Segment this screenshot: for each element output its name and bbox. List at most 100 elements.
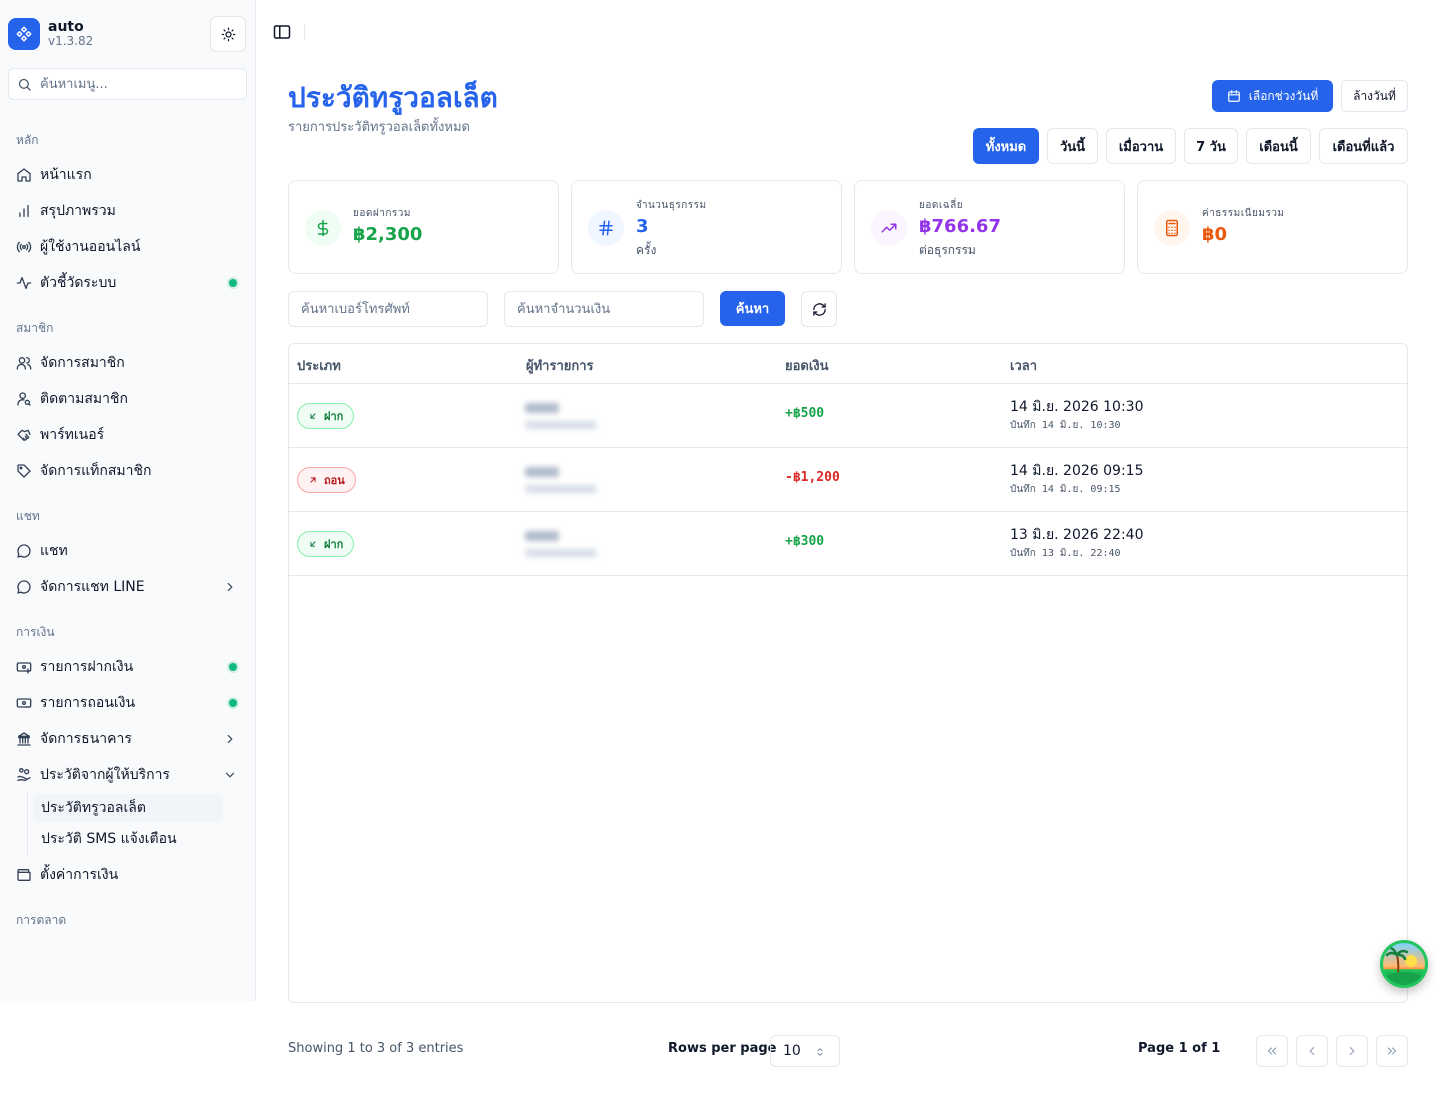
- tag-icon: [17, 464, 31, 478]
- palm-tree-icon: [1385, 946, 1422, 982]
- sub-truewallet-history[interactable]: ประวัติทรูวอลเล็ต: [33, 794, 223, 822]
- stat-label: ค่าธรรมเนียมรวม: [1202, 208, 1285, 219]
- time-cell: 14 มิ.ย. 2026 10:30: [1010, 399, 1144, 415]
- nav-deposits-label: รายการฝากเงิน: [40, 659, 134, 675]
- group-label-members: สมาชิก: [16, 321, 54, 335]
- sidebar-toggle-button[interactable]: [271, 22, 293, 42]
- menu-search[interactable]: [8, 68, 247, 100]
- pick-date-range-button[interactable]: เลือกช่วงวันที่: [1212, 80, 1333, 112]
- pick-date-range-label: เลือกช่วงวันที่: [1248, 88, 1319, 103]
- nav-provider-history[interactable]: ประวัติจากผู้ให้บริการ: [8, 759, 247, 791]
- table-row[interactable]: ถอน -฿1,200 14 มิ.ย. 2026 09:15 บันทึก 1…: [289, 448, 1407, 512]
- stat-value: ฿766.67: [919, 216, 1001, 237]
- nav-chat-label: แชท: [40, 543, 68, 559]
- arrow-up-right-icon: [310, 477, 316, 483]
- sidebar: auto v1.3.82 หลัก หน้าแรก สรุปภาพรวม ผู้…: [0, 0, 256, 1001]
- status-dot: [229, 699, 237, 707]
- amount-cell: +฿300: [785, 534, 825, 549]
- stat-label: ยอดฝากรวม: [353, 208, 411, 219]
- nav-manage-members-label: จัดการสมาชิก: [40, 355, 125, 371]
- nav-chat[interactable]: แชท: [8, 535, 247, 567]
- chevron-right-icon: [1349, 1046, 1355, 1056]
- search-button[interactable]: ค้นหา: [720, 291, 785, 326]
- chevron-right-icon: [227, 734, 233, 744]
- nav-system-metrics-label: ตัวชี้วัดระบบ: [40, 275, 117, 291]
- previous-page-button[interactable]: [1296, 1035, 1328, 1067]
- nav-follow-members-label: ติดตามสมาชิก: [40, 391, 128, 407]
- stat-sub: ต่อธุรกรรม: [919, 243, 976, 257]
- column-header-actor: ผู้ทำรายการ: [526, 359, 594, 374]
- type-badge-withdraw: ถอน: [297, 467, 356, 493]
- brand: auto v1.3.82: [8, 16, 246, 52]
- refresh-button[interactable]: [801, 291, 837, 327]
- stat-value: ฿0: [1202, 224, 1228, 245]
- bank-icon: [17, 732, 31, 746]
- chevrons-left-icon: [1267, 1047, 1277, 1055]
- type-label: ฝาก: [324, 410, 344, 423]
- submenu-rail: [27, 793, 28, 857]
- nav-banks[interactable]: จัดการธนาคาร: [8, 723, 247, 755]
- table-row[interactable]: ฝาก +฿500 14 มิ.ย. 2026 10:30 บันทึก 14 …: [289, 384, 1407, 448]
- nav-banks-label: จัดการธนาคาร: [40, 731, 132, 747]
- menu-search-input[interactable]: [40, 76, 230, 92]
- time-cell: 14 มิ.ย. 2026 09:15: [1010, 463, 1144, 479]
- range-last-month-button[interactable]: เดือนที่แล้ว: [1319, 128, 1408, 164]
- theme-toggle-button[interactable]: [210, 16, 246, 52]
- chevron-left-icon: [1309, 1046, 1315, 1056]
- phone-search-input[interactable]: [288, 291, 488, 327]
- next-page-button[interactable]: [1336, 1035, 1368, 1067]
- amount-cell: -฿1,200: [785, 470, 840, 485]
- nav-deposits[interactable]: รายการฝากเงิน: [8, 651, 247, 683]
- activity-icon: [16, 277, 32, 289]
- rows-per-page-select[interactable]: 10: [770, 1035, 840, 1067]
- redacted-user-detail: [525, 421, 597, 429]
- transactions-table: ประเภท ผู้ทำรายการ ยอดเงิน เวลา ฝาก +฿50…: [288, 343, 1408, 1003]
- nav-withdrawals[interactable]: รายการถอนเงิน: [8, 687, 247, 719]
- floating-assistant-avatar[interactable]: [1380, 940, 1428, 988]
- calendar-icon: [1227, 90, 1240, 102]
- hash-icon: [588, 210, 624, 246]
- last-page-button[interactable]: [1376, 1035, 1408, 1067]
- type-badge-deposit: ฝาก: [297, 531, 355, 557]
- recorded-time-cell: บันทึก 13 มิ.ย. 22:40: [1010, 548, 1121, 559]
- nav-line-chat-label: จัดการแชท LINE: [40, 579, 145, 595]
- nav-home[interactable]: หน้าแรก: [8, 159, 247, 191]
- group-label-marketing: การตลาด: [16, 913, 67, 927]
- user-search-icon: [17, 392, 31, 406]
- entries-summary: Showing 1 to 3 of 3 entries: [288, 1041, 464, 1056]
- redacted-user-name: [525, 467, 559, 477]
- chat-bubble-icon: [17, 580, 31, 594]
- arrow-down-left-icon: [310, 413, 316, 419]
- nav-member-tags[interactable]: จัดการแท็กสมาชิก: [8, 455, 247, 487]
- app-logo[interactable]: [8, 18, 40, 50]
- column-header-time: เวลา: [1010, 359, 1038, 374]
- nav-follow-members[interactable]: ติดตามสมาชิก: [8, 383, 247, 415]
- stat-value: ฿2,300: [353, 224, 423, 245]
- chevrons-up-down-icon: [817, 1048, 823, 1056]
- range-7days-button[interactable]: 7 วัน: [1184, 128, 1238, 164]
- range-this-month-button[interactable]: เดือนนี้: [1246, 128, 1311, 164]
- range-today-button[interactable]: วันนี้: [1047, 128, 1098, 164]
- nav-online-users[interactable]: ผู้ใช้งานออนไลน์: [8, 231, 247, 263]
- stat-label: จำนวนธุรกรรม: [636, 200, 707, 211]
- range-yesterday-button[interactable]: เมื่อวาน: [1106, 128, 1176, 164]
- clear-date-button[interactable]: ล้างวันที่: [1341, 80, 1408, 112]
- app-version: v1.3.82: [48, 34, 94, 49]
- nav-manage-members[interactable]: จัดการสมาชิก: [8, 347, 247, 379]
- nav-summary[interactable]: สรุปภาพรวม: [8, 195, 247, 227]
- first-page-button[interactable]: [1256, 1035, 1288, 1067]
- nav-system-metrics[interactable]: ตัวชี้วัดระบบ: [8, 267, 247, 299]
- nav-finance-settings[interactable]: ตั้งค่าการเงิน: [8, 859, 247, 891]
- nav-provider-history-label: ประวัติจากผู้ให้บริการ: [40, 767, 170, 783]
- range-all-button[interactable]: ทั้งหมด: [973, 128, 1039, 164]
- nav-line-chat[interactable]: จัดการแชท LINE: [8, 571, 247, 603]
- chevrons-right-icon: [1387, 1047, 1397, 1055]
- nav-partners[interactable]: พาร์ทเนอร์: [8, 419, 247, 451]
- rows-per-page-value: 10: [783, 1043, 801, 1059]
- sub-sms-history[interactable]: ประวัติ SMS แจ้งเตือน: [33, 825, 223, 853]
- redacted-user-detail: [525, 485, 597, 493]
- table-row[interactable]: ฝาก +฿300 13 มิ.ย. 2026 22:40 บันทึก 13 …: [289, 512, 1407, 576]
- group-label-main: หลัก: [16, 133, 39, 147]
- amount-search-input[interactable]: [504, 291, 704, 327]
- wallet-icon: [17, 869, 31, 881]
